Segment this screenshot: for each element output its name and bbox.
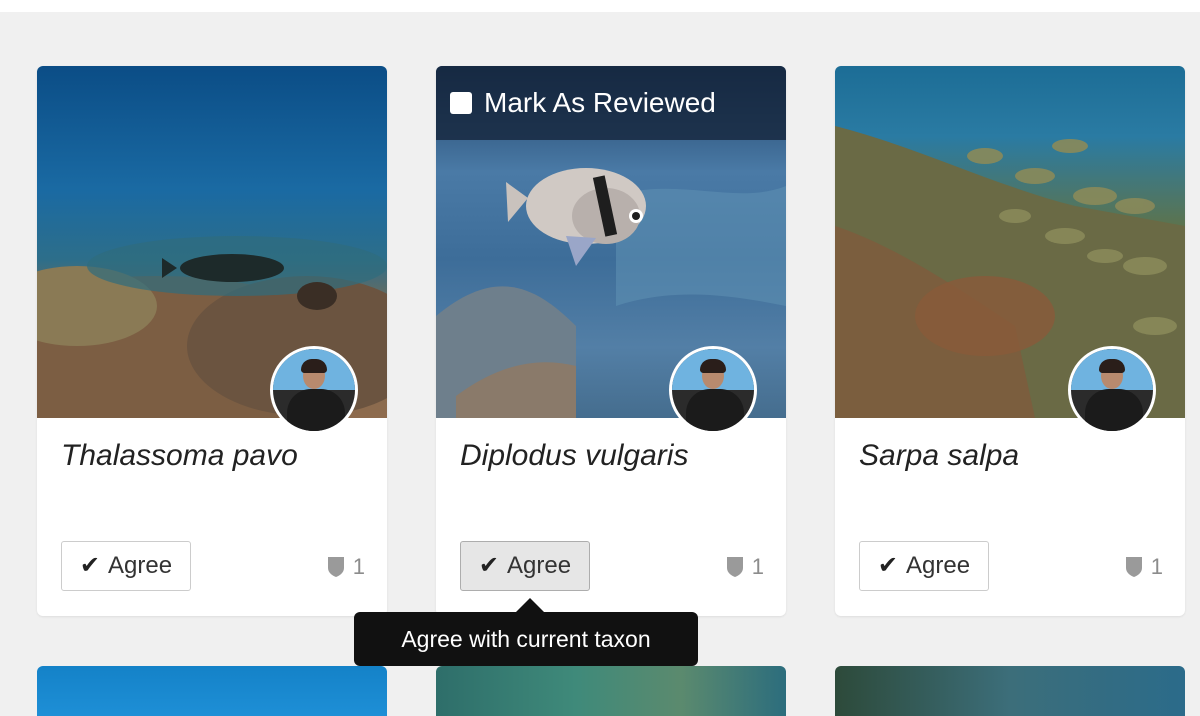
identification-count: 1: [726, 554, 764, 580]
review-label[interactable]: Mark As Reviewed: [484, 87, 716, 119]
agree-label: Agree: [906, 552, 971, 579]
taxon-name[interactable]: Thalassoma pavo: [61, 439, 298, 473]
observation-card-partial[interactable]: [835, 666, 1185, 716]
agree-button[interactable]: ✔ Agree: [859, 541, 989, 591]
agree-button[interactable]: ✔ Agree: [460, 541, 590, 591]
agree-button[interactable]: ✔ Agree: [61, 541, 191, 591]
identification-count: 1: [1125, 554, 1163, 580]
tooltip-text: Agree with current taxon: [401, 625, 651, 652]
observation-card-sarpa[interactable]: Sarpa salpa ✔ Agree 1: [835, 66, 1185, 616]
mark-as-reviewed[interactable]: Mark As Reviewed: [436, 66, 786, 140]
avatar[interactable]: [270, 346, 358, 434]
identification-count-value: 1: [352, 554, 365, 579]
shield-icon: [327, 557, 344, 577]
observation-card-thalassoma[interactable]: Thalassoma pavo ✔ Agree 1: [37, 66, 387, 616]
review-checkbox[interactable]: [450, 92, 472, 114]
avatar[interactable]: [1068, 346, 1156, 434]
top-bar: [0, 0, 1200, 12]
agree-tooltip: Agree with current taxon: [354, 612, 698, 666]
agree-label: Agree: [108, 552, 173, 579]
identification-count-value: 1: [751, 554, 764, 579]
shield-icon: [726, 557, 743, 577]
taxon-name[interactable]: Diplodus vulgaris: [460, 439, 688, 473]
shield-icon: [1125, 557, 1142, 577]
observation-card-diplodus[interactable]: Mark As Reviewed Diplodus vulgaris ✔ Agr…: [436, 66, 786, 616]
taxon-name[interactable]: Sarpa salpa: [859, 439, 1019, 473]
observation-card-partial[interactable]: [436, 666, 786, 716]
observation-card-partial[interactable]: [37, 666, 387, 716]
check-icon: ✔: [478, 552, 500, 579]
identification-count-value: 1: [1150, 554, 1163, 579]
avatar[interactable]: [669, 346, 757, 434]
check-icon: ✔: [877, 552, 899, 579]
tooltip-arrow: [516, 598, 544, 612]
check-icon: ✔: [79, 552, 101, 579]
identification-count: 1: [327, 554, 365, 580]
agree-label: Agree: [507, 552, 572, 579]
